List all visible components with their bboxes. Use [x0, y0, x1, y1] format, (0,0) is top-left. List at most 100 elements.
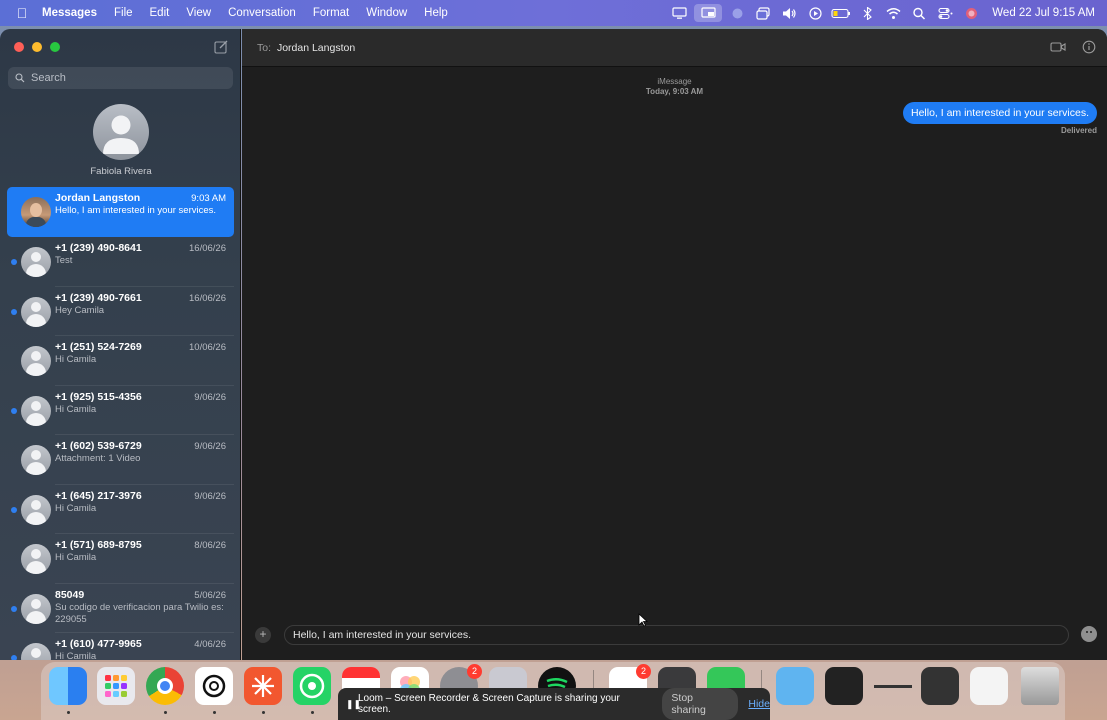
sent-message-bubble[interactable]: Hello, I am interested in your services.: [903, 102, 1097, 124]
conversation-preview: Hi Camila: [55, 502, 97, 514]
menu-clock[interactable]: Wed 22 Jul 9:15 AM: [992, 7, 1095, 19]
menu-conversation[interactable]: Conversation: [228, 7, 296, 19]
menu-window[interactable]: Window: [366, 7, 407, 19]
trash-icon[interactable]: [1021, 667, 1059, 705]
battery-icon[interactable]: [828, 0, 854, 26]
conversation-row[interactable]: +1 (602) 539-6729 9/06/26 Attachment: 1 Vi…: [7, 435, 234, 485]
facetime-video-icon[interactable]: [1050, 40, 1066, 54]
chat-header: To: Jordan Langston: [242, 29, 1107, 67]
apple-icon[interactable]: : [14, 5, 30, 21]
finder-icon[interactable]: [49, 667, 87, 705]
window-controls: [14, 42, 60, 52]
message-input[interactable]: [284, 625, 1069, 645]
conversation-date: 9/06/26: [194, 391, 226, 403]
unread-indicator: [11, 605, 17, 612]
claude-icon[interactable]: [244, 667, 282, 705]
avatar: [21, 197, 51, 227]
play-icon[interactable]: [802, 0, 828, 26]
whatsapp-icon[interactable]: [293, 667, 331, 705]
sidebar: Search Fabiola Rivera Jordan Langston 9:0…: [0, 29, 241, 660]
emoji-icon[interactable]: [1081, 626, 1097, 642]
conversation-list: Jordan Langston 9:03 AM Hello, I am intere…: [0, 187, 241, 660]
conversation-date: 9/06/26: [194, 441, 226, 452]
conversation-row[interactable]: +1 (251) 524-7269 10/06/26 Hi Camila: [7, 336, 234, 386]
conversation-title: +1 (239) 490-8641: [55, 242, 142, 254]
chatgpt-icon[interactable]: [195, 667, 233, 705]
hide-button[interactable]: Hide: [748, 698, 770, 710]
focus-icon[interactable]: [724, 0, 750, 26]
zoom-window-button[interactable]: [50, 42, 60, 52]
conversation-date: 5/06/26: [194, 589, 226, 601]
conversation-title: +1 (645) 217-3976: [55, 489, 142, 502]
menu-bar:  Messages File Edit View Conversation F…: [0, 0, 1107, 26]
chrome-window-thumbnail-2[interactable]: [874, 667, 912, 705]
display-icon[interactable]: [666, 0, 692, 26]
menu-file[interactable]: File: [114, 7, 133, 19]
conversation-row[interactable]: 85049 5/06/26 Su codigo de verificacion pa…: [7, 584, 234, 633]
conversation-row[interactable]: +1 (925) 515-4356 9/06/26 Hi Camila: [7, 386, 234, 435]
conversation-date: 8/06/26: [194, 540, 226, 551]
search-icon: [15, 73, 25, 83]
launchpad-icon[interactable]: [97, 667, 135, 705]
conversation-row[interactable]: +1 (610) 477-9965 4/06/26 Hi Camila: [7, 633, 234, 660]
control-center-icon[interactable]: [932, 0, 958, 26]
menu-format[interactable]: Format: [313, 7, 349, 19]
close-window-button[interactable]: [14, 42, 24, 52]
conversation-date: 16/06/26: [189, 292, 226, 304]
conversation-date: 4/06/26: [194, 639, 226, 650]
screen-share-icon[interactable]: [694, 4, 723, 22]
stop-sharing-button[interactable]: Stop sharing: [662, 688, 739, 720]
bluetooth-icon[interactable]: [854, 0, 880, 26]
avatar: [21, 445, 51, 475]
conversation-preview: Su codigo de verificacion para Twilio es…: [55, 601, 224, 625]
menu-view[interactable]: View: [186, 7, 211, 19]
person-icon: [103, 115, 139, 154]
conversation-title: +1 (610) 477-9965: [55, 638, 142, 650]
conversation-row[interactable]: +1 (239) 490-7661 16/06/26 Hey Camila: [7, 287, 234, 336]
conversation-row[interactable]: +1 (645) 217-3976 9/06/26 Hi Camila: [7, 485, 234, 534]
unread-indicator: [11, 259, 17, 265]
unread-indicator: [11, 308, 17, 315]
recipient-name[interactable]: Jordan Langston: [277, 42, 355, 54]
pinned-contact[interactable]: Fabiola Rivera: [80, 104, 162, 177]
unread-indicator: [11, 407, 17, 414]
info-icon[interactable]: [1081, 40, 1097, 54]
siri-icon[interactable]: [958, 0, 984, 26]
conversation-date: 9:03 AM: [191, 193, 226, 204]
downloads-folder-icon[interactable]: [776, 667, 814, 705]
avatar: [21, 296, 51, 327]
to-field[interactable]: To: Jordan Langston: [257, 42, 355, 54]
minimize-window-button[interactable]: [32, 42, 42, 52]
conversation-row[interactable]: +1 (571) 689-8795 8/06/26 Hi Camila: [7, 534, 234, 584]
search-icon[interactable]: [906, 0, 932, 26]
slack-badge: 2: [636, 664, 651, 679]
avatar: [21, 494, 51, 525]
service-name: iMessage: [657, 77, 692, 86]
menu-help[interactable]: Help: [424, 7, 448, 19]
apps-plus-button[interactable]: +: [255, 627, 271, 643]
menu-edit[interactable]: Edit: [150, 7, 170, 19]
whatsapp-window-thumbnail[interactable]: [921, 667, 959, 705]
menu-app-name[interactable]: Messages: [42, 7, 97, 19]
messages-window: Search Fabiola Rivera Jordan Langston 9:0…: [0, 29, 1107, 660]
volume-icon[interactable]: [776, 0, 802, 26]
conversation-title: +1 (602) 539-6729: [55, 440, 142, 452]
search-placeholder: Search: [31, 72, 66, 84]
message-service-info: iMessage Today, 9:03 AM: [242, 77, 1107, 97]
search-field[interactable]: Search: [8, 67, 233, 89]
conversation-row[interactable]: +1 (239) 490-8641 16/06/26 Test: [7, 237, 234, 287]
message-timestamp: Today, 9:03 AM: [645, 87, 704, 96]
conversation-title: +1 (925) 515-4356: [55, 390, 142, 403]
chrome-icon[interactable]: [146, 667, 184, 705]
pause-icon[interactable]: ❚❚: [346, 699, 361, 710]
avatar: [21, 346, 51, 376]
chat-pane: To: Jordan Langston iMessage Today, 9:03…: [242, 29, 1107, 660]
compose-icon[interactable]: [214, 40, 228, 54]
wifi-icon[interactable]: [880, 0, 906, 26]
conversation-preview: Attachment: 1 Video: [55, 453, 141, 464]
avatar: [21, 593, 51, 624]
chrome-window-thumbnail-1[interactable]: [825, 667, 863, 705]
window-icon[interactable]: [750, 0, 776, 26]
chrome-window-thumbnail-3[interactable]: [970, 667, 1008, 705]
conversation-row[interactable]: Jordan Langston 9:03 AM Hello, I am intere…: [7, 187, 234, 237]
